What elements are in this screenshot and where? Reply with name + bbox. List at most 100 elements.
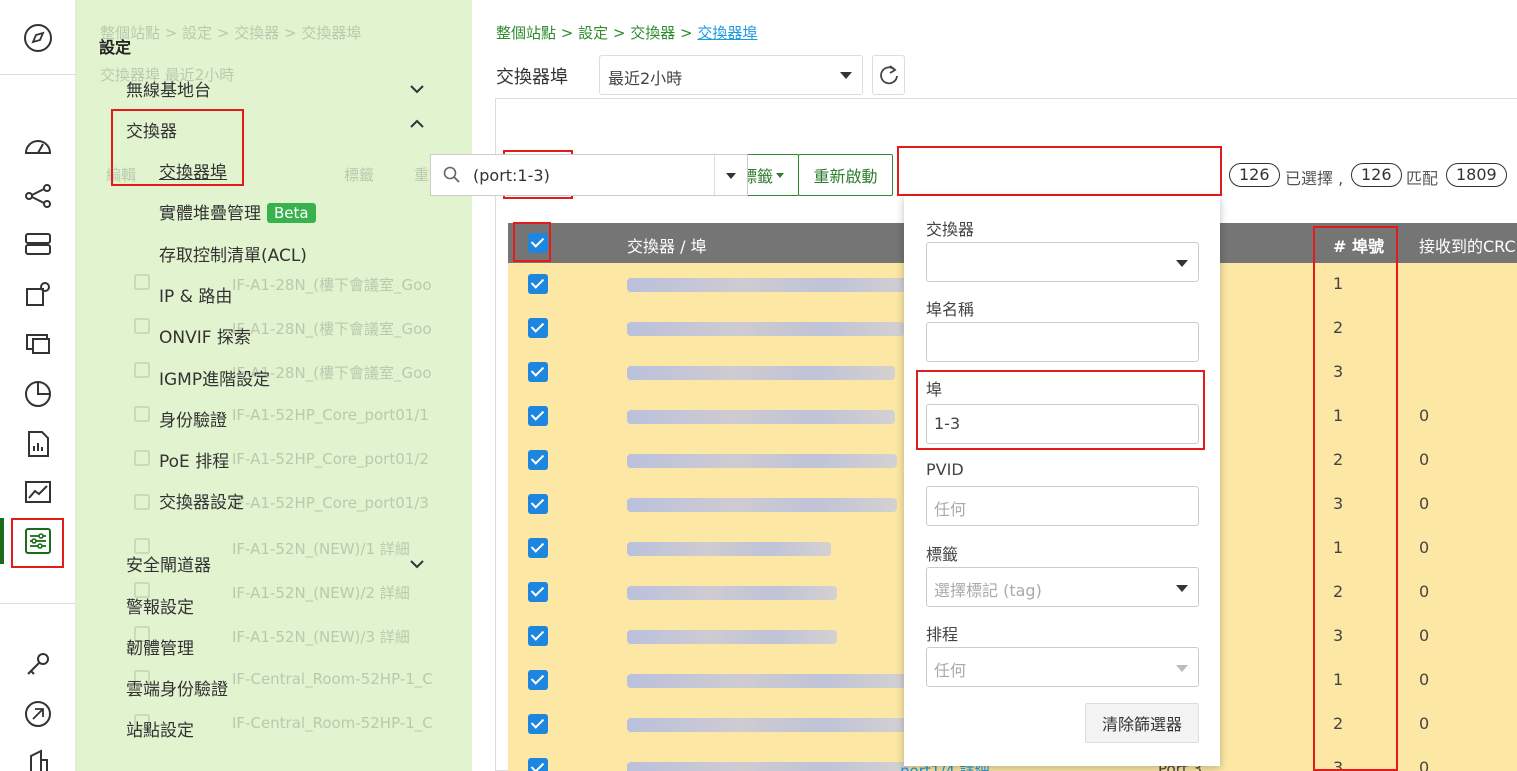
device-location-icon[interactable] — [22, 278, 54, 310]
menu-item-firmware[interactable]: 韌體管理 — [126, 634, 194, 659]
filter-switch-select[interactable] — [926, 242, 1199, 282]
row-checkbox[interactable] — [528, 670, 548, 690]
ghost-breadcrumb: 整個站點 > 設定 > 交換器 > 交換器埠 — [100, 24, 362, 42]
refresh-button[interactable] — [872, 55, 905, 95]
row-checkbox[interactable] — [528, 582, 548, 602]
breadcrumb: 整個站點 > 設定 > 交換器 > 交換器埠 — [496, 24, 758, 42]
filter-tag-select[interactable]: 選擇標記 (tag) — [926, 567, 1199, 607]
settings-menu: 整個站點 > 設定 > 交換器 > 交換器埠 交換器埠 最近2小時 編輯 標籤 … — [76, 0, 472, 771]
port-number-cell: 2 — [1333, 582, 1344, 601]
search-dropdown-toggle[interactable] — [714, 155, 747, 195]
server-icon[interactable] — [22, 228, 54, 260]
redacted-switch-name — [627, 366, 895, 380]
menu-item-onvif[interactable]: ONVIF 探索 — [159, 323, 251, 348]
breadcrumb-site[interactable]: 整個站點 — [496, 24, 556, 42]
redacted-switch-name — [627, 322, 905, 336]
row-checkbox[interactable] — [528, 318, 548, 338]
chevron-down-icon[interactable] — [408, 555, 426, 573]
filter-schedule-select[interactable]: 任何 — [926, 647, 1199, 687]
row-checkbox[interactable] — [528, 406, 548, 426]
menu-item-site-settings[interactable]: 站點設定 — [126, 716, 194, 741]
report-icon[interactable] — [22, 428, 54, 460]
menu-item-switch-ports[interactable]: 交換器埠 — [159, 158, 227, 183]
menu-item-ap[interactable]: 無線基地台 — [126, 76, 211, 101]
filter-port-name-input[interactable] — [926, 322, 1199, 362]
support-icon[interactable] — [22, 698, 54, 730]
gauge-icon[interactable] — [22, 130, 54, 162]
row-checkbox[interactable] — [528, 626, 548, 646]
caret-down-icon — [1176, 665, 1188, 672]
refresh-icon — [879, 65, 898, 85]
row-checkbox[interactable] — [528, 274, 548, 294]
chevron-up-icon[interactable] — [408, 115, 426, 133]
key-icon[interactable] — [22, 648, 54, 680]
select-all-checkbox[interactable] — [528, 233, 548, 253]
crc-cell: 0 — [1419, 758, 1430, 771]
menu-item-switch[interactable]: 交換器 — [126, 117, 177, 142]
menu-item-ip-routing[interactable]: IP & 路由 — [159, 282, 232, 307]
building-icon[interactable] — [22, 745, 54, 771]
ghost-tag: 標籤 — [344, 166, 375, 184]
menu-item-cloud-auth[interactable]: 雲端身份驗證 — [126, 675, 228, 700]
col-port-number[interactable]: # 埠號 — [1333, 233, 1384, 257]
monitor-icon[interactable] — [22, 328, 54, 360]
icon-rail — [0, 0, 76, 771]
port-number-cell: 2 — [1333, 318, 1344, 337]
row-checkbox[interactable] — [528, 362, 548, 382]
pie-chart-icon[interactable] — [22, 378, 54, 410]
line-chart-icon[interactable] — [22, 476, 54, 508]
filter-tag-label: 標籤 — [926, 545, 959, 564]
menu-item-igmp[interactable]: IGMP進階設定 — [159, 365, 270, 390]
topology-icon[interactable] — [22, 180, 54, 212]
menu-item-alerts[interactable]: 警報設定 — [126, 593, 194, 618]
port-number-cell: 1 — [1333, 538, 1344, 557]
row-checkbox[interactable] — [528, 538, 548, 558]
menu-item-stacking[interactable]: 實體堆疊管理 Beta — [159, 199, 316, 224]
filter-port-input[interactable]: 1-3 — [926, 404, 1199, 444]
redacted-switch-name — [627, 278, 917, 292]
menu-item-auth[interactable]: 身份驗證 — [159, 406, 227, 431]
row-checkbox[interactable] — [528, 494, 548, 514]
time-range-value: 最近2小時 — [608, 69, 683, 88]
chevron-down-icon[interactable] — [408, 80, 426, 98]
redacted-switch-name — [627, 718, 909, 732]
ghost-row: IF-A1-52HP_Core_port01/3 — [232, 494, 429, 512]
redacted-switch-name — [627, 498, 897, 512]
redacted-switch-name — [627, 454, 897, 468]
caret-down-icon — [726, 173, 736, 179]
filter-schedule-label: 排程 — [926, 625, 959, 644]
menu-item-acl[interactable]: 存取控制清單(ACL) — [159, 241, 307, 266]
breadcrumb-settings[interactable]: 設定 — [578, 24, 608, 42]
search-input[interactable]: (port:1-3) — [430, 154, 748, 196]
crc-cell: 0 — [1419, 450, 1430, 469]
crc-cell: 0 — [1419, 670, 1430, 689]
menu-item-gateway[interactable]: 安全閘道器 — [126, 551, 211, 576]
menu-item-switch-settings[interactable]: 交換器設定 — [159, 488, 244, 513]
port-number-cell: 3 — [1333, 494, 1344, 513]
matched-label: 匹配 — [1406, 169, 1439, 188]
time-range-select[interactable]: 最近2小時 — [599, 55, 863, 95]
col-crc[interactable]: 接收到的CRC — [1419, 233, 1516, 257]
matched-count: 126 — [1351, 163, 1402, 187]
ghost-row: IF-Central_Room-52HP-1_C — [232, 714, 433, 732]
restart-button[interactable]: 重新啟動 — [798, 154, 893, 196]
dashboard-star-icon[interactable] — [22, 22, 54, 54]
filter-pvid-input[interactable]: 任何 — [926, 486, 1199, 526]
filter-port-label: 埠 — [926, 380, 943, 399]
row-checkbox[interactable] — [528, 714, 548, 734]
crc-cell: 0 — [1419, 406, 1430, 425]
caret-down-icon — [1176, 260, 1188, 267]
redacted-switch-name — [627, 674, 909, 688]
clear-filters-button[interactable]: 清除篩選器 — [1085, 703, 1199, 743]
row-checkbox[interactable] — [528, 758, 548, 771]
ghost-row: IF-A1-52N_(NEW)/3 詳細 — [232, 628, 410, 646]
settings-sliders-icon[interactable] — [22, 525, 54, 557]
menu-item-stacking-label: 實體堆疊管理 — [159, 204, 261, 224]
port-number-cell: 3 — [1333, 626, 1344, 645]
row-checkbox[interactable] — [528, 450, 548, 470]
col-switch-port[interactable]: 交換器 / 埠 — [627, 233, 707, 257]
breadcrumb-switch[interactable]: 交換器 — [630, 24, 675, 42]
breadcrumb-current[interactable]: 交換器埠 — [697, 24, 757, 42]
menu-item-poe-schedule[interactable]: PoE 排程 — [159, 447, 229, 472]
redacted-switch-name — [627, 586, 837, 600]
